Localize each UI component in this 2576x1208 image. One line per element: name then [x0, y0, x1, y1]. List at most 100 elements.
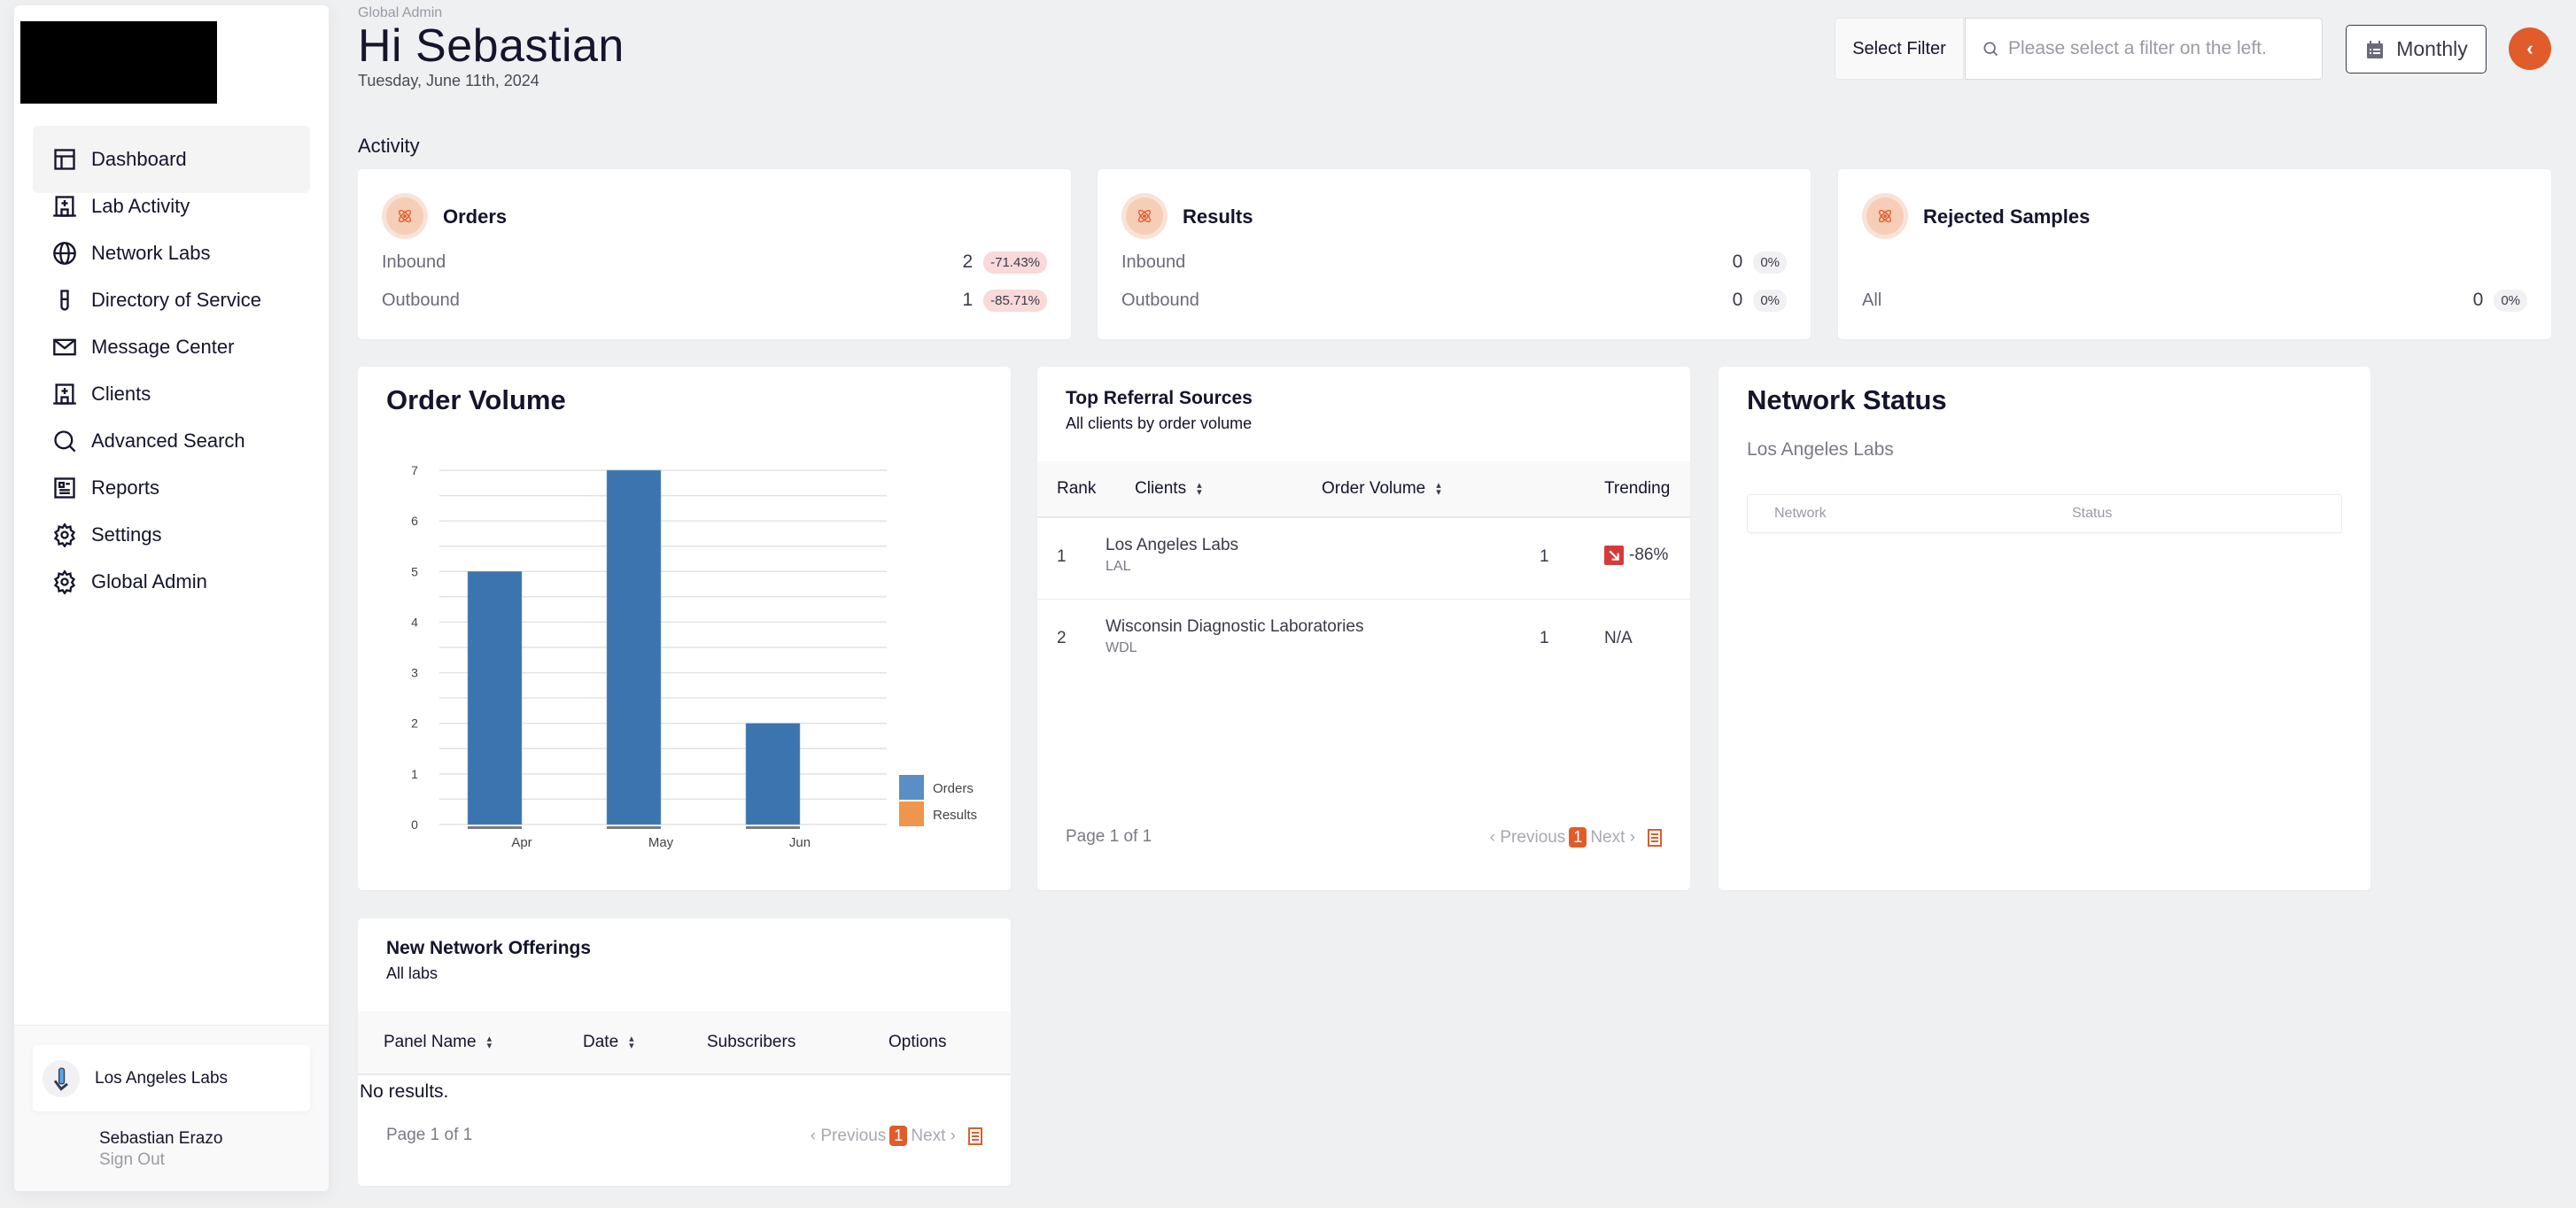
current-page-button[interactable]: 1 [889, 1126, 908, 1146]
row-label: Outbound [382, 290, 460, 310]
card-title: New Network Offerings [386, 938, 592, 958]
row-value: 0 [1732, 252, 1743, 272]
column-options: Options [888, 1033, 947, 1051]
select-filter-button[interactable]: Select Filter [1835, 18, 1964, 80]
row-label: All [1862, 290, 1882, 310]
activity-icon [1862, 193, 1908, 239]
bar-baseline [607, 826, 661, 829]
previous-page-button[interactable]: ‹ Previous [811, 1127, 887, 1146]
page-size-icon[interactable] [1648, 828, 1662, 847]
search-icon [1982, 40, 1999, 58]
legend-label: Results [933, 808, 977, 823]
table-header: Rank Clients ▴ ▾ Order Volume ▴ ▾ Trending [1037, 461, 1690, 518]
activity-row-outbound: Outbound 0 0% [1121, 287, 1787, 314]
column-panel-name-sort[interactable]: Panel Name ▴ ▾ [384, 1033, 492, 1052]
card-title: Orders [443, 205, 508, 228]
collapse-panel-button[interactable]: ‹ [2509, 27, 2551, 70]
sidebar-item-label: Reports [91, 476, 160, 499]
activity-row-outbound: Outbound 1 -85.71% [382, 287, 1047, 314]
sidebar-item-label: Message Center [91, 336, 235, 358]
column-network: Network [1774, 506, 1827, 521]
network-status-card: Network Status Los Angeles Labs Network … [1719, 367, 2370, 890]
results-activity-card: Results Inbound 0 0% Outbound 0 0% [1098, 169, 1811, 339]
rejected-samples-card: Rejected Samples All 0 0% [1838, 169, 2551, 339]
bar-baseline [468, 826, 522, 829]
change-badge: -85.71% [983, 289, 1047, 312]
org-name: Los Angeles Labs [95, 1068, 229, 1088]
change-badge: -71.43% [983, 251, 1047, 274]
page-indicator: Page 1 of 1 [386, 1126, 473, 1144]
y-tick-label: 2 [411, 716, 418, 731]
activity-row-inbound: Inbound 0 0% [1121, 249, 1787, 275]
dashboard-icon [52, 147, 77, 172]
page-indicator: Page 1 of 1 [1066, 827, 1152, 846]
sidebar-item-label: Advanced Search [91, 430, 245, 452]
chevron-left-icon: ‹ [2526, 37, 2533, 59]
sign-out-link[interactable]: Sign Out [99, 1150, 165, 1170]
search-icon [52, 429, 77, 453]
change-badge: 0% [1753, 289, 1787, 312]
calendar-icon [2364, 39, 2386, 60]
y-tick-label: 3 [411, 666, 418, 680]
sort-icon: ▴ ▾ [1436, 480, 1441, 498]
card-title: Results [1183, 205, 1253, 228]
network-table-header: Network Status [1747, 494, 2342, 533]
order-volume-chart: 0 1 2 3 4 5 6 7 Apr May Jun Orders Results [411, 463, 977, 850]
sidebar-item-global-admin[interactable]: Global Admin [33, 548, 310, 616]
pagination-info: Page 1 of 1 [1066, 827, 1152, 847]
table-row[interactable]: 1 Los Angeles Labs LAL 1 -86% [1037, 518, 1690, 600]
sort-icon: ▴ ▾ [1197, 480, 1202, 498]
sidebar-item-label: Global Admin [91, 570, 207, 592]
filter-search-field[interactable] [1965, 18, 2323, 80]
activity-row-inbound: Inbound 2 -71.43% [382, 249, 1047, 275]
pagination: ‹ Previous 1 Next › [1490, 827, 1662, 848]
current-page-button[interactable]: 1 [1569, 827, 1587, 848]
x-tick-label: Jun [789, 835, 811, 850]
activity-icon [1121, 193, 1168, 239]
y-tick-label: 5 [411, 564, 418, 578]
column-date-sort[interactable]: Date ▴ ▾ [583, 1033, 634, 1052]
orders-activity-card: Orders Inbound 2 -71.43% Outbound 1 -85.… [358, 169, 1071, 339]
row-value: 2 [962, 252, 974, 272]
logo [20, 21, 217, 104]
next-page-button[interactable]: Next › [911, 1127, 956, 1146]
row-value: 1 [962, 290, 974, 310]
hospital-icon [52, 194, 77, 219]
legend-label: Orders [933, 781, 974, 796]
column-order-volume-sort[interactable]: Order Volume ▴ ▾ [1322, 479, 1441, 499]
sidebar: Dashboard Lab Activity Network Labs Dire… [14, 5, 329, 1191]
x-tick-label: May [648, 835, 674, 850]
row-label: Outbound [1121, 290, 1199, 310]
period-label: Monthly [2396, 37, 2468, 60]
globe-icon [52, 241, 77, 266]
client-code: WDL [1106, 640, 1137, 655]
table-row[interactable]: 2 Wisconsin Diagnostic Laboratories WDL … [1037, 600, 1690, 681]
sort-icon: ▴ ▾ [629, 1034, 634, 1051]
org-switcher[interactable]: Los Angeles Labs [33, 1045, 310, 1111]
y-tick-label: 4 [411, 615, 418, 629]
page-size-icon[interactable] [968, 1127, 982, 1145]
client-code: LAL [1106, 559, 1131, 574]
previous-page-button[interactable]: ‹ Previous [1490, 828, 1566, 848]
order-volume-card: Order Volume 0 1 2 3 4 5 6 7 Apr May Jun Orders Resu… [358, 367, 1011, 890]
bar-orders [745, 723, 801, 825]
bar-baseline [746, 826, 800, 829]
sidebar-item-label: Settings [91, 523, 162, 546]
column-clients-sort[interactable]: Clients ▴ ▾ [1135, 479, 1202, 499]
card-subtitle: All clients by order volume [1066, 414, 1253, 432]
period-selector-button[interactable]: Monthly [2346, 25, 2487, 74]
card-title: Top Referral Sources [1066, 388, 1253, 408]
gear-icon [52, 523, 77, 547]
next-page-button[interactable]: Next › [1590, 828, 1635, 848]
sidebar-item-label: Network Labs [91, 242, 211, 264]
client-name: Wisconsin Diagnostic Laboratories [1106, 617, 1364, 636]
filter-input[interactable] [2008, 38, 2309, 59]
y-tick-label: 0 [411, 817, 418, 832]
hospital-icon [52, 382, 77, 407]
sidebar-item-label: Directory of Service [91, 289, 261, 311]
column-subscribers: Subscribers [707, 1033, 796, 1051]
card-title: Network Status [1747, 384, 1947, 415]
row-value: 0 [2472, 290, 2484, 310]
lab-logo-icon [43, 1059, 80, 1097]
sidebar-item-label: Dashboard [91, 148, 187, 170]
